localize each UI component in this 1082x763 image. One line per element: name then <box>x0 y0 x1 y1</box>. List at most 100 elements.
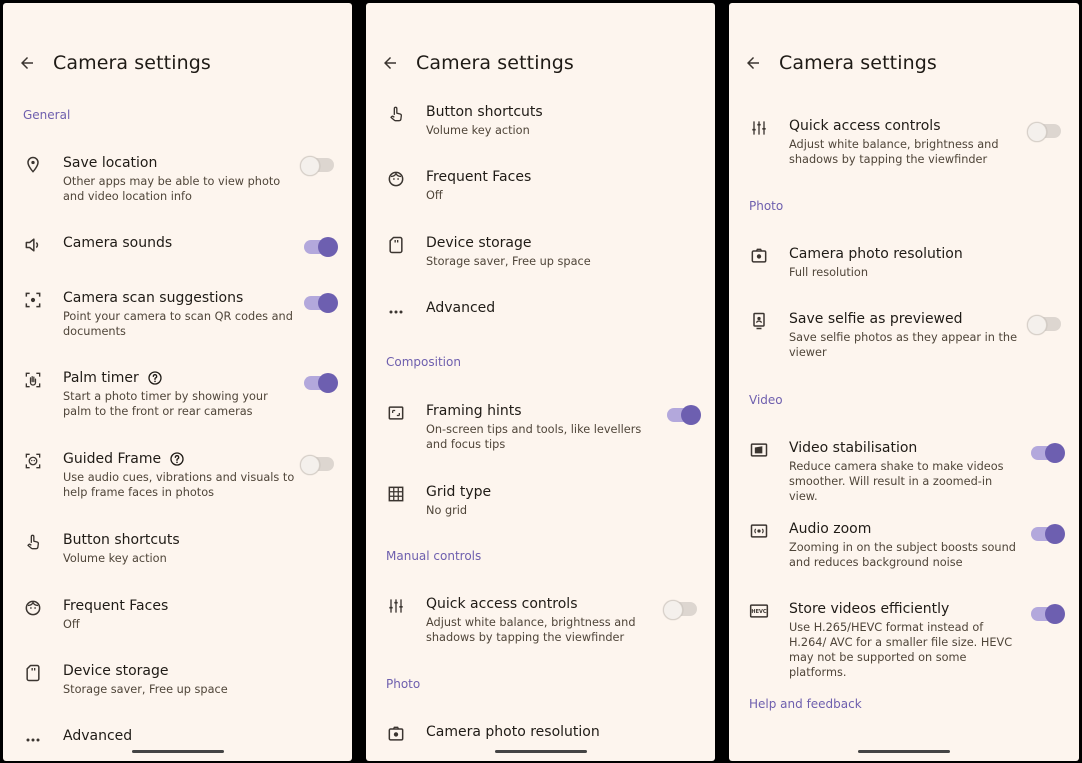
back-button[interactable] <box>378 51 402 75</box>
camera-sounds-toggle[interactable] <box>304 237 338 257</box>
touch-icon <box>27 534 40 550</box>
page-title: Camera settings <box>416 52 574 74</box>
setting-subtitle: Use H.265/HEVC format instead of H.264/ … <box>789 621 1013 679</box>
tune-icon <box>752 121 766 135</box>
top-app-bar: Camera settings <box>729 43 1079 83</box>
back-button[interactable] <box>741 51 765 75</box>
setting-title: Frequent Faces <box>63 598 169 614</box>
setting-subtitle: Full resolution <box>789 266 868 279</box>
gesture-handle <box>494 750 587 753</box>
setting-subtitle: Storage saver, Free up space <box>426 255 591 268</box>
sd-card-icon <box>26 664 40 682</box>
setting-device-storage[interactable]: Device storage Storage saver, Free up sp… <box>3 663 352 701</box>
setting-title: Button shortcuts <box>426 104 543 120</box>
page-title: Camera settings <box>779 52 937 74</box>
setting-title: Camera sounds <box>63 235 173 251</box>
setting-title: Framing hints <box>426 403 522 419</box>
setting-subtitle: Save selfie photos as they appear in the… <box>789 331 1018 359</box>
back-button[interactable] <box>15 51 39 75</box>
framing-hints-toggle[interactable] <box>667 405 701 425</box>
audio-zoom-toggle[interactable] <box>1031 524 1065 544</box>
palm-timer-toggle[interactable] <box>304 373 338 393</box>
grid-icon <box>388 486 404 502</box>
setting-subtitle: Off <box>426 189 443 202</box>
help-icon[interactable] <box>147 370 163 386</box>
setting-camera-scan[interactable]: Camera scan suggestions Point your camer… <box>3 290 352 342</box>
setting-photo-resolution[interactable]: Camera photo resolution Full resolution <box>729 246 1079 284</box>
setting-quick-access[interactable]: Quick access controls Adjust white balan… <box>366 596 715 648</box>
setting-title: Advanced <box>426 300 496 316</box>
setting-subtitle: Adjust white balance, brightness and sha… <box>426 616 636 644</box>
setting-photo-resolution[interactable]: Camera photo resolution <box>366 724 715 748</box>
setting-quick-access[interactable]: Quick access controls Adjust white balan… <box>729 118 1079 170</box>
setting-title: Store videos efficiently <box>789 601 950 617</box>
setting-title: Save selfie as previewed <box>789 311 963 327</box>
arrow-back-icon <box>21 57 33 69</box>
more-horiz-icon <box>389 310 403 314</box>
setting-title: Video stabilisation <box>789 440 918 456</box>
setting-title: Frequent Faces <box>426 169 532 185</box>
guided-frame-label: Guided Frame <box>63 451 162 467</box>
setting-subtitle: Adjust white balance, brightness and sha… <box>789 138 999 166</box>
video-stabilisation-toggle[interactable] <box>1031 443 1065 463</box>
quick-access-toggle[interactable] <box>1027 122 1061 142</box>
gesture-handle <box>858 750 950 753</box>
setting-video-stabilisation[interactable]: Video stabilisation Reduce camera shake … <box>729 440 1079 503</box>
setting-save-selfie[interactable]: Save selfie as previewed Save selfie pho… <box>729 311 1079 363</box>
camera-scan-toggle[interactable] <box>304 293 338 313</box>
setting-subtitle: Other apps may be able to view photo and… <box>63 175 281 203</box>
arrow-back-icon <box>747 57 759 69</box>
setting-title: Save location <box>63 155 158 171</box>
help-icon[interactable] <box>169 451 185 467</box>
face-icon <box>388 171 404 187</box>
setting-framing-hints[interactable]: Framing hints On-screen tips and tools, … <box>366 403 715 455</box>
setting-save-location[interactable]: Save location Other apps may be able to … <box>3 155 352 207</box>
setting-title: Advanced <box>63 728 133 744</box>
setting-subtitle: Point your camera to scan QR codes and d… <box>63 310 293 338</box>
setting-title: Grid type <box>426 484 492 500</box>
section-header-photo: Photo <box>386 677 421 691</box>
setting-subtitle: On-screen tips and tools, like levellers… <box>426 423 642 451</box>
setting-advanced[interactable]: Advanced <box>3 728 352 752</box>
selfie-icon <box>753 312 765 330</box>
setting-audio-zoom[interactable]: Audio zoom Zooming in on the subject boo… <box>729 521 1079 573</box>
setting-title: Quick access controls <box>426 596 578 612</box>
setting-title: Device storage <box>63 663 169 679</box>
setting-subtitle: Volume key action <box>63 552 167 565</box>
setting-advanced[interactable]: Advanced <box>366 300 715 324</box>
setting-button-shortcuts[interactable]: Button shortcuts Volume key action <box>3 532 352 570</box>
save-location-toggle[interactable] <box>300 156 334 176</box>
palm-icon <box>25 372 41 388</box>
setting-title: Palm timer <box>63 370 163 386</box>
setting-subtitle: Volume key action <box>426 124 530 137</box>
setting-title: Guided Frame <box>63 451 185 467</box>
setting-frequent-faces[interactable]: Frequent Faces Off <box>3 598 352 636</box>
setting-title: Camera photo resolution <box>426 724 600 740</box>
setting-guided-frame[interactable]: Guided Frame Use audio cues, vibrations … <box>3 451 352 503</box>
setting-frequent-faces[interactable]: Frequent Faces Off <box>366 169 715 207</box>
setting-camera-sounds[interactable]: Camera sounds <box>3 235 352 259</box>
camera-icon <box>751 248 767 263</box>
setting-palm-timer[interactable]: Palm timer Start a photo timer by showin… <box>3 370 352 422</box>
setting-title: Quick access controls <box>789 118 941 134</box>
settings-panel-3: Camera settings Quick access controls Ad… <box>729 3 1079 761</box>
gesture-handle <box>131 750 224 753</box>
guided-frame-toggle[interactable] <box>300 455 334 475</box>
section-header-photo: Photo <box>749 199 784 213</box>
setting-device-storage[interactable]: Device storage Storage saver, Free up sp… <box>366 235 715 273</box>
quick-access-toggle[interactable] <box>663 600 697 620</box>
video-stable-icon <box>750 443 768 457</box>
face-frame-icon <box>25 453 41 469</box>
settings-panel-2: Camera settings Button shortcuts Volume … <box>366 3 715 761</box>
save-selfie-toggle[interactable] <box>1027 315 1061 335</box>
setting-store-efficiently[interactable]: HEVC Store videos efficiently Use H.265/… <box>729 601 1079 679</box>
store-efficiently-toggle[interactable] <box>1031 604 1065 624</box>
setting-button-shortcuts[interactable]: Button shortcuts Volume key action <box>366 104 715 142</box>
setting-grid-type[interactable]: Grid type No grid <box>366 484 715 522</box>
setting-title: Device storage <box>426 235 532 251</box>
sd-card-icon <box>389 236 403 254</box>
setting-subtitle: No grid <box>426 504 468 517</box>
section-header-help[interactable]: Help and feedback <box>749 697 862 711</box>
setting-title: Button shortcuts <box>63 532 180 548</box>
top-app-bar: Camera settings <box>366 43 715 83</box>
